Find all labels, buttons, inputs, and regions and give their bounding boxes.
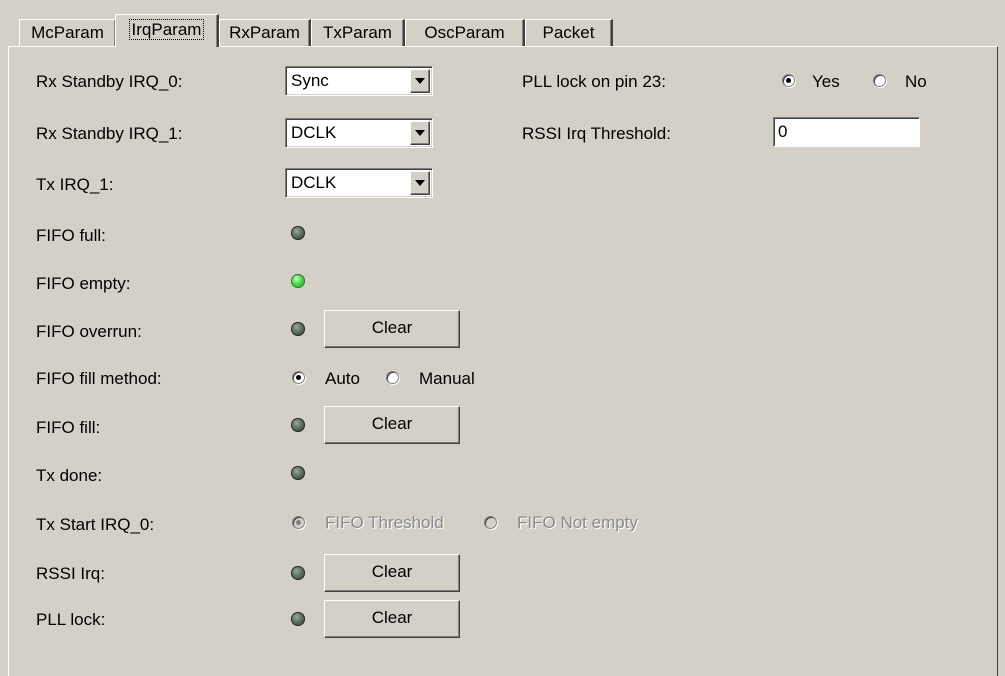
fifo-overrun-label: FIFO overrun: (36, 322, 142, 341)
tx-done-label: Tx done: (36, 466, 103, 485)
fifo-empty-label: FIFO empty: (36, 274, 131, 293)
fifo-overrun-clear-button[interactable]: Clear (324, 310, 460, 348)
fifo-full-label: FIFO full: (36, 226, 106, 245)
tab-mcparam[interactable]: McParam (19, 19, 117, 46)
rssi-irq-clear-button[interactable]: Clear (324, 554, 460, 592)
tx-start-fifo-threshold-radio[interactable] (292, 516, 305, 529)
fifo-fill-auto-radio[interactable] (292, 371, 305, 384)
tx-start-fifo-not-empty-radio[interactable] (484, 516, 497, 529)
tx-irq1-label: Tx IRQ_1: (36, 175, 114, 194)
tab-packet[interactable]: Packet (525, 19, 613, 46)
rssi-irq-led-icon (291, 566, 305, 580)
fifo-fill-label: FIFO fill: (36, 418, 101, 437)
tx-start-fifo-not-empty-label: FIFO Not empty (517, 513, 638, 532)
tx-start-fifo-threshold-label: FIFO Threshold (325, 513, 444, 532)
pll-lock-label: PLL lock: (36, 610, 106, 629)
rx-standby-irq1-select[interactable]: DCLK (285, 118, 433, 148)
tab-oscparam[interactable]: OscParam (405, 19, 525, 46)
chevron-down-icon[interactable] (410, 121, 430, 145)
rssi-threshold-label: RSSI Irq Threshold: (522, 124, 671, 143)
pll-lock-pin23-label: PLL lock on pin 23: (522, 72, 666, 91)
tab-irqparam[interactable]: IrqParam (115, 14, 219, 47)
tx-done-led-icon (291, 466, 305, 480)
fifo-fill-led-icon (291, 418, 305, 432)
fifo-fill-manual-label: Manual (419, 369, 475, 388)
tx-irq1-select[interactable]: DCLK (285, 168, 433, 198)
pll-lock-led-icon (291, 612, 305, 626)
pll-lock-no-label: No (905, 72, 927, 91)
rx-standby-irq0-label: Rx Standby IRQ_0: (36, 72, 183, 91)
fifo-overrun-led-icon (291, 322, 305, 336)
rx-standby-irq0-select[interactable]: Sync (285, 66, 433, 96)
fifo-fill-auto-label: Auto (325, 369, 360, 388)
tx-irq1-value: DCLK (291, 173, 337, 192)
fifo-fill-clear-button[interactable]: Clear (324, 406, 460, 444)
pll-lock-no-radio[interactable] (873, 74, 886, 87)
rx-standby-irq1-value: DCLK (291, 123, 337, 142)
rssi-threshold-input[interactable]: 0 (773, 117, 920, 147)
rx-standby-irq0-value: Sync (291, 71, 329, 90)
fifo-empty-led-icon (291, 274, 305, 288)
chevron-down-icon[interactable] (410, 69, 430, 93)
tab-txparam[interactable]: TxParam (311, 19, 405, 46)
chevron-down-icon[interactable] (410, 171, 430, 195)
fifo-fill-manual-radio[interactable] (386, 371, 399, 384)
rssi-threshold-value: 0 (778, 122, 788, 141)
tx-start-irq0-label: Tx Start IRQ_0: (36, 515, 155, 534)
rx-standby-irq1-label: Rx Standby IRQ_1: (36, 124, 183, 143)
fifo-full-led-icon (291, 226, 305, 240)
pll-lock-yes-radio[interactable] (782, 74, 795, 87)
fifo-fill-method-label: FIFO fill method: (36, 369, 162, 388)
tab-rxparam[interactable]: RxParam (219, 19, 311, 46)
pll-lock-clear-button[interactable]: Clear (324, 600, 460, 638)
pll-lock-yes-label: Yes (812, 72, 840, 91)
rssi-irq-label: RSSI Irq: (36, 564, 105, 583)
